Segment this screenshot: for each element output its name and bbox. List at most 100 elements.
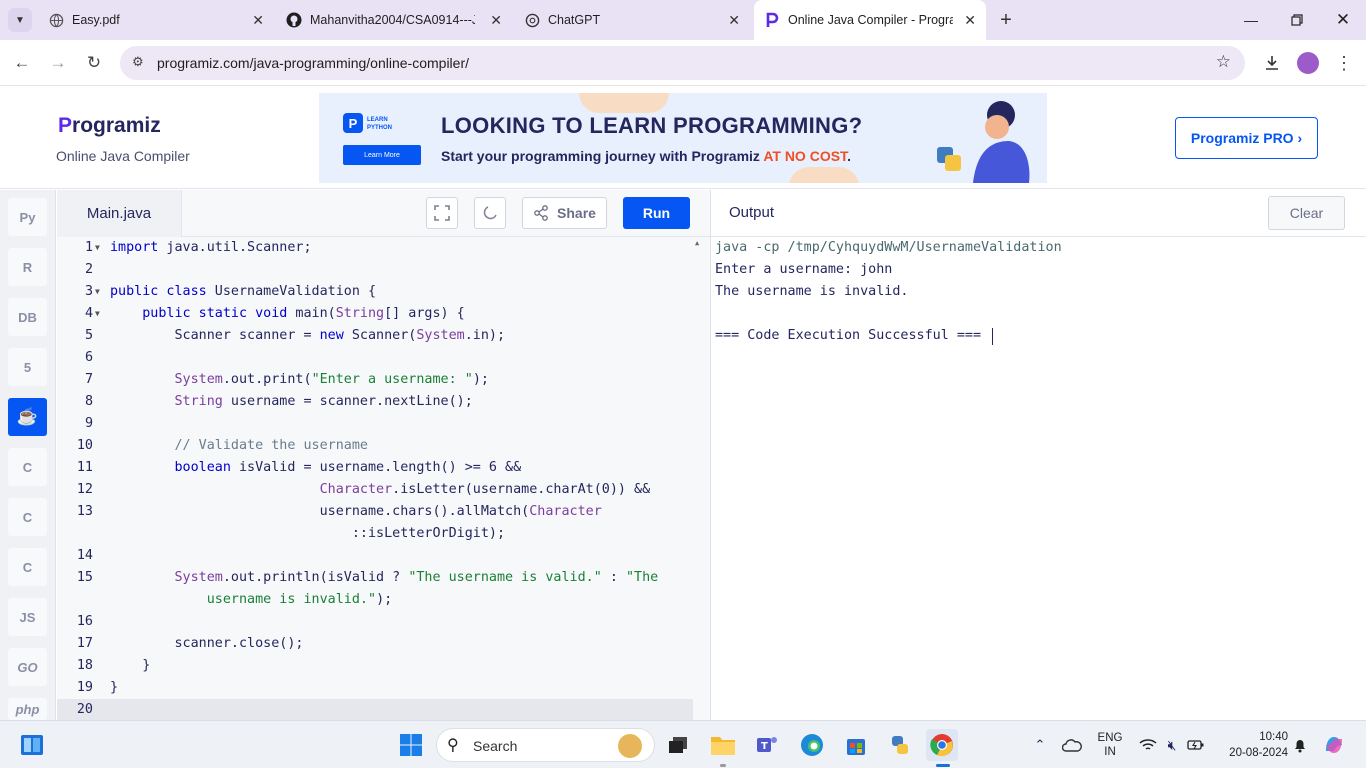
- output-console[interactable]: java -cp /tmp/CyhquydWwM/UsernameValidat…: [711, 237, 1366, 720]
- lang-go-icon[interactable]: GO: [8, 648, 47, 686]
- new-tab-button[interactable]: +: [994, 8, 1018, 32]
- lang-php-icon[interactable]: php: [8, 698, 47, 720]
- line-number: 5: [84, 328, 93, 343]
- code-text: Scanner scanner = new Scanner(System.in)…: [110, 328, 506, 343]
- back-button[interactable]: ←: [10, 51, 34, 75]
- battery-icon[interactable]: [1180, 729, 1212, 761]
- more-vertical-icon: ⋮: [1335, 52, 1353, 73]
- banner-decoration: [789, 167, 859, 183]
- site-info-icon[interactable]: ⚙: [132, 54, 144, 70]
- language-indicator[interactable]: ENG IN: [1092, 731, 1128, 759]
- theme-toggle-button[interactable]: [474, 197, 506, 229]
- menu-button[interactable]: ⋮: [1332, 51, 1356, 75]
- copilot-icon[interactable]: [1318, 729, 1350, 761]
- code-line[interactable]: 1 ▼ import java.util.Scanner;: [57, 237, 697, 259]
- minimize-button[interactable]: —: [1236, 8, 1266, 32]
- store-icon[interactable]: [840, 729, 872, 761]
- code-line[interactable]: 12 Character.isLetter(username.charAt(0)…: [57, 479, 697, 501]
- omnibox[interactable]: ⚙ programiz.com/java-programming/online-…: [120, 46, 1245, 80]
- code-editor[interactable]: 1 ▼ import java.util.Scanner; 2 3 ▼ public cla…: [57, 237, 710, 721]
- code-line[interactable]: 20: [57, 699, 697, 721]
- code-line[interactable]: 5 Scanner scanner = new Scanner(System.i…: [57, 325, 697, 347]
- lang-c-icon[interactable]: C: [8, 448, 47, 486]
- editor-scrollbar[interactable]: ▲: [693, 237, 710, 720]
- code-line[interactable]: 14: [57, 545, 697, 567]
- lang-java-icon[interactable]: ☕: [8, 398, 47, 436]
- lang-csharp-icon[interactable]: C: [8, 548, 47, 586]
- profile-avatar[interactable]: [1297, 52, 1319, 74]
- fold-arrow-icon[interactable]: ▼: [95, 281, 100, 303]
- chevron-up-icon[interactable]: ⌃: [1024, 729, 1056, 761]
- share-button[interactable]: Share: [522, 197, 607, 229]
- code-line[interactable]: 6: [57, 347, 697, 369]
- code-line[interactable]: 11 boolean isValid = username.length() >…: [57, 457, 697, 479]
- lang-python-icon[interactable]: Py: [8, 198, 47, 236]
- star-icon[interactable]: ☆: [1216, 52, 1231, 72]
- fold-arrow-icon[interactable]: ▼: [95, 303, 100, 325]
- chevron-down-icon: ▼: [15, 14, 25, 26]
- window-close-button[interactable]: ✕: [1328, 8, 1358, 32]
- code-line[interactable]: ::isLetterOrDigit);: [57, 523, 697, 545]
- browser-tab-github[interactable]: Mahanvitha2004/CSA0914---Ja ✕: [278, 0, 510, 40]
- download-button[interactable]: [1260, 51, 1284, 75]
- code-line[interactable]: 4 ▼ public static void main(String[] args…: [57, 303, 697, 325]
- browser-tab-chatgpt[interactable]: ChatGPT ✕: [516, 0, 748, 40]
- code-line[interactable]: 17 scanner.close();: [57, 633, 697, 655]
- learn-more-button[interactable]: Learn More: [343, 145, 421, 165]
- lang-sql-icon[interactable]: DB: [8, 298, 47, 336]
- widgets-icon[interactable]: [16, 729, 48, 761]
- restore-icon: [1291, 14, 1303, 26]
- close-icon[interactable]: ✕: [490, 12, 502, 29]
- browser-tab-programiz[interactable]: Online Java Compiler - Program ✕: [754, 0, 986, 40]
- line-number: 11: [76, 460, 93, 475]
- browser-tab-strip: ▼ Easy.pdf ✕ Mahanvitha2004/CSA0914---Ja…: [0, 0, 1366, 40]
- reload-button[interactable]: ↻: [82, 51, 106, 75]
- code-line[interactable]: 9: [57, 413, 697, 435]
- programiz-logo[interactable]: Programiz: [58, 114, 161, 138]
- lang-html-icon[interactable]: 5: [8, 348, 47, 386]
- file-tab-main-java[interactable]: Main.java: [57, 190, 182, 237]
- close-icon[interactable]: ✕: [728, 12, 740, 29]
- clock[interactable]: 10:40 20-08-2024: [1216, 729, 1288, 761]
- line-number: 4: [84, 306, 93, 321]
- code-line[interactable]: 15 System.out.println(isValid ? "The use…: [57, 567, 697, 589]
- line-number: 20: [76, 702, 93, 717]
- windows-start-icon[interactable]: [395, 729, 427, 761]
- clear-button[interactable]: Clear: [1268, 196, 1345, 230]
- task-view-icon[interactable]: [662, 729, 694, 761]
- browser-tab-easy-pdf[interactable]: Easy.pdf ✕: [40, 0, 272, 40]
- onedrive-icon[interactable]: [1056, 729, 1088, 761]
- tab-search-button[interactable]: ▼: [8, 8, 32, 32]
- code-line[interactable]: 13 username.chars().allMatch(Character: [57, 501, 697, 523]
- close-icon[interactable]: ✕: [964, 12, 976, 29]
- code-line[interactable]: 2: [57, 259, 697, 281]
- file-explorer-icon[interactable]: [707, 729, 739, 761]
- taskbar-search[interactable]: ⚲ Search: [436, 728, 655, 762]
- code-line[interactable]: 3 ▼ public class UsernameValidation {: [57, 281, 697, 303]
- lang-cpp-icon[interactable]: C: [8, 498, 47, 536]
- code-line[interactable]: 19}: [57, 677, 697, 699]
- lang-r-icon[interactable]: R: [8, 248, 47, 286]
- run-button[interactable]: Run: [623, 197, 690, 229]
- restore-button[interactable]: [1282, 8, 1312, 32]
- fold-arrow-icon[interactable]: ▼: [95, 237, 100, 259]
- edge-icon[interactable]: [796, 729, 828, 761]
- python-icon[interactable]: [884, 729, 916, 761]
- code-line[interactable]: username is invalid.");: [57, 589, 697, 611]
- close-icon[interactable]: ✕: [252, 12, 264, 29]
- code-line[interactable]: 8 String username = scanner.nextLine();: [57, 391, 697, 413]
- teams-icon[interactable]: T: [751, 729, 783, 761]
- chrome-icon[interactable]: [926, 729, 958, 761]
- forward-button[interactable]: →: [46, 51, 70, 75]
- code-line[interactable]: 18 }: [57, 655, 697, 677]
- code-line[interactable]: 10 // Validate the username: [57, 435, 697, 457]
- programiz-pro-button[interactable]: Programiz PRO ›: [1175, 117, 1318, 159]
- lang-js-icon[interactable]: JS: [8, 598, 47, 636]
- scroll-up-icon[interactable]: ▲: [695, 239, 699, 247]
- notification-bell-icon[interactable]: [1284, 729, 1316, 761]
- url-text[interactable]: programiz.com/java-programming/online-co…: [157, 55, 469, 71]
- code-line[interactable]: 7 System.out.print("Enter a username: ")…: [57, 369, 697, 391]
- fullscreen-button[interactable]: [426, 197, 458, 229]
- code-line[interactable]: 16: [57, 611, 697, 633]
- ad-banner[interactable]: P LEARN PYTHON Learn More LOOKING TO LEAR…: [319, 93, 1047, 183]
